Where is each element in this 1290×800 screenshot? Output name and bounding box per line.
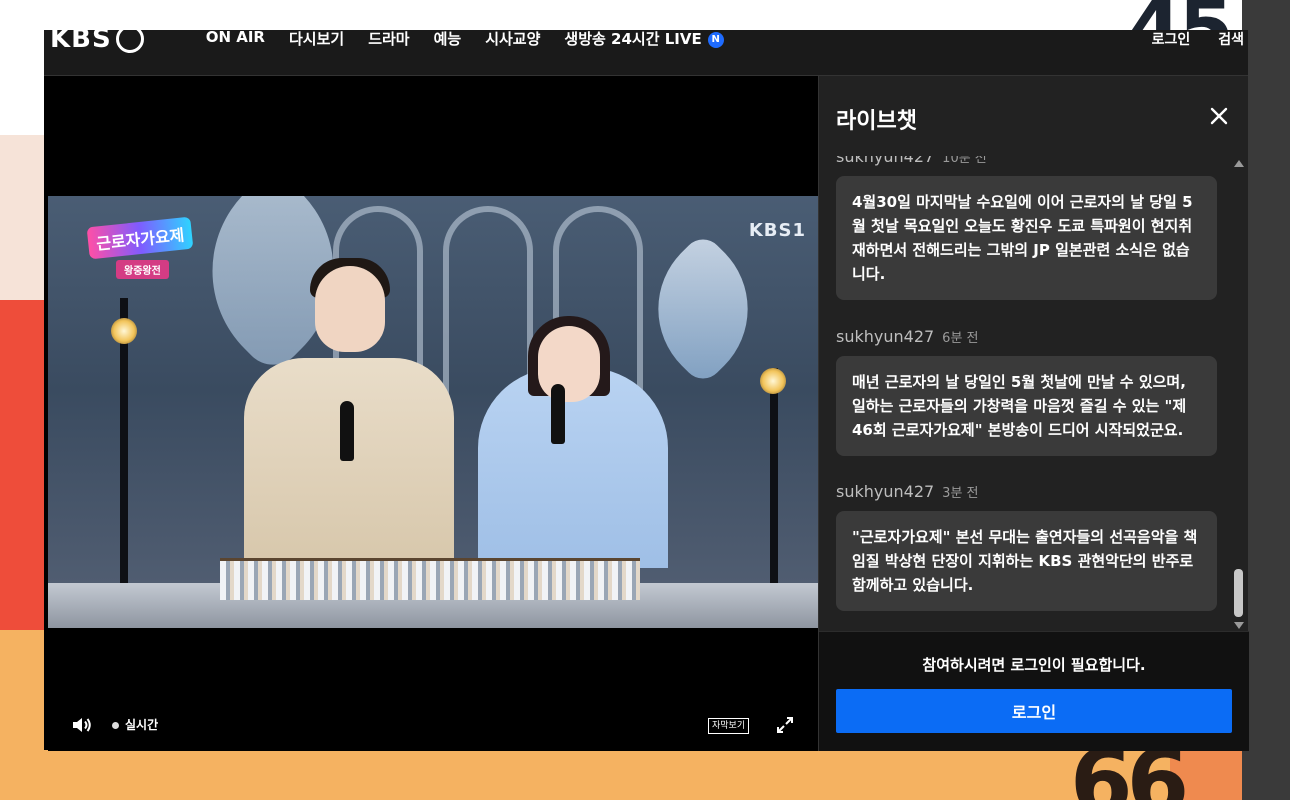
nav-item-replay[interactable]: 다시보기	[289, 30, 344, 49]
volume-icon[interactable]	[70, 713, 94, 737]
chat-username: sukhyun427	[836, 327, 935, 346]
login-button[interactable]: 로그인	[836, 689, 1232, 733]
search-link[interactable]: 검색	[1218, 30, 1244, 49]
header-actions: 로그인 검색	[1152, 30, 1244, 49]
fullscreen-icon[interactable]	[775, 715, 795, 735]
chat-scrollbar[interactable]	[1232, 156, 1246, 631]
scroll-up-arrow-icon[interactable]	[1234, 160, 1244, 167]
caption-button[interactable]: 자막보기	[708, 718, 750, 734]
show-logo-subtitle: 왕중왕전	[116, 260, 169, 279]
stage-lamp	[760, 368, 786, 394]
chat-timestamp: 6분 전	[942, 331, 979, 346]
chat-message-bubble: 4월30일 마지막날 수요일에 이어 근로자의 날 당일 5월 첫날 목요일인 …	[836, 176, 1217, 300]
chat-title: 라이브챗	[836, 109, 917, 134]
video-player[interactable]: 근로자가요제 왕중왕전 KBS1 실시간 자막보기	[48, 76, 818, 751]
chat-username: sukhyun427	[836, 482, 935, 501]
login-required-notice: 참여하시려면 로그인이 필요합니다.	[922, 656, 1146, 674]
logo-text: KBS	[50, 30, 112, 54]
new-badge: N	[707, 31, 724, 48]
host-desk	[220, 558, 640, 600]
live-label: 실시간	[125, 718, 159, 732]
chat-timestamp: 3분 전	[942, 486, 979, 501]
host-female-face	[538, 326, 600, 402]
channel-watermark: KBS1	[748, 220, 806, 241]
background-band	[1242, 0, 1290, 800]
scrollbar-thumb[interactable]	[1234, 569, 1243, 617]
chat-message: sukhyun427 3분 전 "근로자가요제" 본선 무대는 출연자들의 선곡음…	[836, 482, 1217, 611]
host-male-face	[315, 266, 385, 352]
nav-item-on-air[interactable]: ON AIR	[206, 30, 265, 49]
nav-item-live-24[interactable]: 생방송 24시간 LIVE N	[564, 30, 724, 49]
site-header: KBS ON AIR 다시보기 드라마 예능 시사교양 생방송 24시간 LIV…	[44, 30, 1248, 75]
chat-footer: 참여하시려면 로그인이 필요합니다. 로그인	[819, 631, 1249, 751]
chat-timestamp: 10분 전	[942, 156, 987, 166]
chat-username: sukhyun427	[836, 156, 935, 166]
host-male	[244, 358, 454, 568]
chat-message-bubble: "근로자가요제" 본선 무대는 출연자들의 선곡음악을 책임질 박상현 단장이 …	[836, 511, 1217, 611]
microphone	[340, 401, 354, 461]
nav-item-label: 생방송 24시간 LIVE	[564, 30, 702, 48]
chat-header: 라이브챗	[819, 76, 1249, 156]
chat-message-list[interactable]: sukhyun427 10분 전 4월30일 마지막날 수요일에 이어 근로자의 …	[819, 156, 1249, 631]
chat-message-meta: sukhyun427 6분 전	[836, 327, 1217, 346]
main-nav: ON AIR 다시보기 드라마 예능 시사교양 생방송 24시간 LIVE N	[206, 30, 724, 49]
nav-item-current-affairs[interactable]: 시사교양	[485, 30, 540, 49]
player-controls: 실시간 자막보기	[48, 701, 818, 751]
login-link[interactable]: 로그인	[1152, 30, 1191, 49]
stage-lamp	[111, 318, 137, 344]
live-player-modal: 근로자가요제 왕중왕전 KBS1 실시간 자막보기 라이브챗 sukhyun42…	[44, 75, 1249, 751]
nav-item-drama[interactable]: 드라마	[368, 30, 409, 49]
live-chat-panel: 라이브챗 sukhyun427 10분 전 4월30일 마지막날 수요일에 이어 …	[818, 76, 1249, 751]
chat-message: sukhyun427 10분 전 4월30일 마지막날 수요일에 이어 근로자의 …	[836, 156, 1217, 300]
video-frame: 근로자가요제 왕중왕전 KBS1	[48, 196, 818, 628]
chat-message-meta: sukhyun427 10분 전	[836, 156, 1217, 166]
scroll-down-arrow-icon[interactable]	[1234, 622, 1244, 629]
stage-pillar	[770, 368, 778, 588]
chat-message-meta: sukhyun427 3분 전	[836, 482, 1217, 501]
microphone	[551, 384, 565, 444]
nav-item-entertainment[interactable]: 예능	[434, 30, 462, 49]
chat-message: sukhyun427 6분 전 매년 근로자의 날 당일인 5월 첫날에 만날 수…	[836, 327, 1217, 456]
live-indicator-dot	[112, 722, 119, 729]
logo-circle-icon	[115, 30, 144, 53]
chat-message-bubble: 매년 근로자의 날 당일인 5월 첫날에 만날 수 있으며, 일하는 근로자들의…	[836, 356, 1217, 456]
kbs-logo[interactable]: KBS	[50, 30, 144, 54]
close-icon[interactable]	[1209, 106, 1229, 126]
